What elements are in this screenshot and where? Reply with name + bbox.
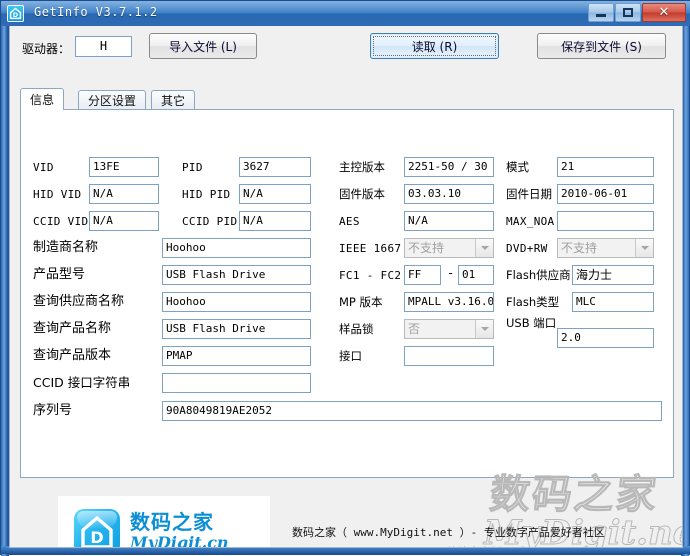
drive-input[interactable]: H	[75, 36, 132, 57]
footer-version-line: GetInfo v3.7.1.2 简体中文版 by Hoohoo	[334, 544, 568, 547]
mp-version-label: MP 版本	[339, 295, 383, 309]
info-tab-panel: VID 13FE PID 3627 主控版本 2251-50 / 30 模式 2…	[20, 109, 674, 478]
query-product-label: 查询产品名称	[33, 321, 112, 336]
ieee1667-value: 不支持	[408, 241, 445, 255]
app-window: D GetInfo V3.7.1.2 ✕ 驱动器： H 导入文件 (L) 读取 …	[0, 0, 690, 556]
firmware-version-label: 固件版本	[339, 187, 385, 201]
dvdrw-combo[interactable]: 不支持	[557, 238, 654, 258]
read-button[interactable]: 读取 (R)	[370, 33, 499, 59]
hid-pid-label: HID PID	[182, 188, 231, 201]
footer-community-line: 数码之家（ www.MyDigit.net ）- 专业数字产品爱好者社区	[292, 526, 605, 539]
restore-button[interactable]	[615, 3, 641, 22]
fc2-field[interactable]: 01	[458, 265, 494, 285]
mydigit-logo: D 数码之家 MyDigit.cn	[58, 496, 270, 548]
mydigit-logo-cn: 数码之家	[130, 510, 214, 534]
mp-version-field[interactable]: MPALL v3.16.00	[404, 292, 494, 312]
query-vendor-field[interactable]: Hoohoo	[162, 292, 311, 312]
serial-number-label: 序列号	[33, 403, 73, 418]
svg-text:D: D	[90, 528, 103, 547]
flash-type-label: Flash类型	[506, 295, 560, 309]
ccid-interface-string-field[interactable]	[162, 373, 311, 393]
mydigit-house-icon: D	[74, 509, 120, 547]
ccid-pid-field[interactable]: N/A	[239, 211, 311, 231]
dvdrw-label: DVD+RW	[506, 242, 548, 255]
vid-field[interactable]: 13FE	[89, 157, 159, 177]
save-to-file-button[interactable]: 保存到文件 (S)	[537, 33, 666, 59]
dvdrw-value: 不支持	[561, 241, 598, 255]
window-frame-left	[1, 1, 9, 556]
svg-text:D: D	[13, 11, 19, 19]
firmware-date-label: 固件日期	[506, 187, 552, 201]
usb-port-label: USB 端口	[506, 316, 557, 330]
focus-outline	[373, 36, 496, 56]
max-noa-label: MAX_NOA	[506, 215, 555, 228]
tab-strip: 信息 分区设置 其它	[20, 88, 674, 110]
ccid-vid-label: CCID VID	[33, 215, 89, 228]
mode-field[interactable]: 21	[557, 157, 654, 177]
pid-field[interactable]: 3627	[239, 157, 311, 177]
query-product-version-label: 查询产品版本	[33, 348, 112, 363]
query-product-version-field[interactable]: PMAP	[162, 346, 311, 366]
pid-label: PID	[182, 161, 203, 174]
query-vendor-label: 查询供应商名称	[33, 294, 125, 309]
controller-version-field[interactable]: 2251-50 / 30	[404, 157, 494, 177]
ccid-pid-label: CCID PID	[182, 215, 238, 228]
aes-field[interactable]: N/A	[404, 211, 494, 231]
max-noa-field[interactable]	[557, 211, 654, 231]
chevron-down-icon[interactable]	[475, 239, 493, 257]
tab-info[interactable]: 信息	[20, 88, 65, 110]
toolbar: 驱动器： H 导入文件 (L) 读取 (R) 保存到文件 (S)	[10, 26, 682, 73]
mydigit-logo-en: MyDigit.cn	[130, 533, 229, 548]
tab-partition-settings[interactable]: 分区设置	[78, 90, 147, 110]
aes-label: AES	[339, 215, 360, 228]
fc1-field[interactable]: FF	[404, 265, 441, 285]
close-icon: ✕	[658, 5, 670, 20]
mydigit-logo-text: 数码之家 MyDigit.cn	[130, 510, 229, 548]
close-button[interactable]: ✕	[642, 3, 686, 22]
client-area: 驱动器： H 导入文件 (L) 读取 (R) 保存到文件 (S) 信息 分区设置…	[9, 26, 683, 548]
sample-lock-combo[interactable]: 否	[404, 319, 494, 339]
usb-port-field[interactable]: 2.0	[557, 328, 654, 348]
controller-version-label: 主控版本	[339, 160, 385, 174]
ieee1667-label: IEEE 1667	[339, 242, 402, 255]
sample-lock-label: 样品锁	[339, 322, 374, 336]
restore-icon	[616, 4, 640, 21]
flash-type-field[interactable]: MLC	[572, 292, 654, 312]
minimize-icon	[589, 4, 613, 21]
product-model-label: 产品型号	[33, 267, 86, 282]
minimize-button[interactable]	[588, 3, 614, 22]
chevron-down-icon[interactable]	[635, 239, 653, 257]
fc-separator: -	[447, 266, 455, 280]
ieee1667-combo[interactable]: 不支持	[404, 238, 494, 258]
app-house-icon: D	[7, 5, 24, 22]
window-title: GetInfo V3.7.1.2	[34, 5, 158, 19]
ccid-vid-field[interactable]: N/A	[89, 211, 159, 231]
interface-field[interactable]	[404, 346, 494, 366]
vid-label: VID	[33, 161, 54, 174]
manufacturer-field[interactable]: Hoohoo	[162, 238, 311, 258]
fc1-fc2-label: FC1 - FC2	[339, 269, 402, 282]
drive-label: 驱动器：	[22, 42, 71, 56]
import-file-button[interactable]: 导入文件 (L)	[149, 33, 257, 59]
hid-pid-field[interactable]: N/A	[239, 184, 311, 204]
flash-vendor-label: Flash供应商	[506, 268, 571, 282]
chevron-down-icon[interactable]	[475, 320, 493, 338]
interface-label: 接口	[339, 349, 362, 363]
watermark-cn: 数码之家	[487, 472, 661, 519]
firmware-version-field[interactable]: 03.03.10	[404, 184, 494, 204]
title-bar[interactable]: D GetInfo V3.7.1.2 ✕	[1, 1, 690, 26]
sample-lock-value: 否	[408, 322, 421, 336]
mode-label: 模式	[506, 160, 529, 174]
firmware-date-field[interactable]: 2010-06-01	[557, 184, 654, 204]
hid-vid-field[interactable]: N/A	[89, 184, 159, 204]
product-model-field[interactable]: USB Flash Drive	[162, 265, 311, 285]
manufacturer-label: 制造商名称	[33, 240, 99, 255]
ccid-interface-string-label: CCID 接口字符串	[33, 375, 131, 390]
window-controls: ✕	[587, 3, 686, 22]
hid-vid-label: HID VID	[33, 188, 82, 201]
query-product-field[interactable]: USB Flash Drive	[162, 319, 311, 339]
tab-other[interactable]: 其它	[151, 90, 196, 110]
flash-vendor-field[interactable]: 海力士	[572, 265, 654, 285]
serial-number-field[interactable]: 90A8049819AE2052	[162, 401, 662, 421]
